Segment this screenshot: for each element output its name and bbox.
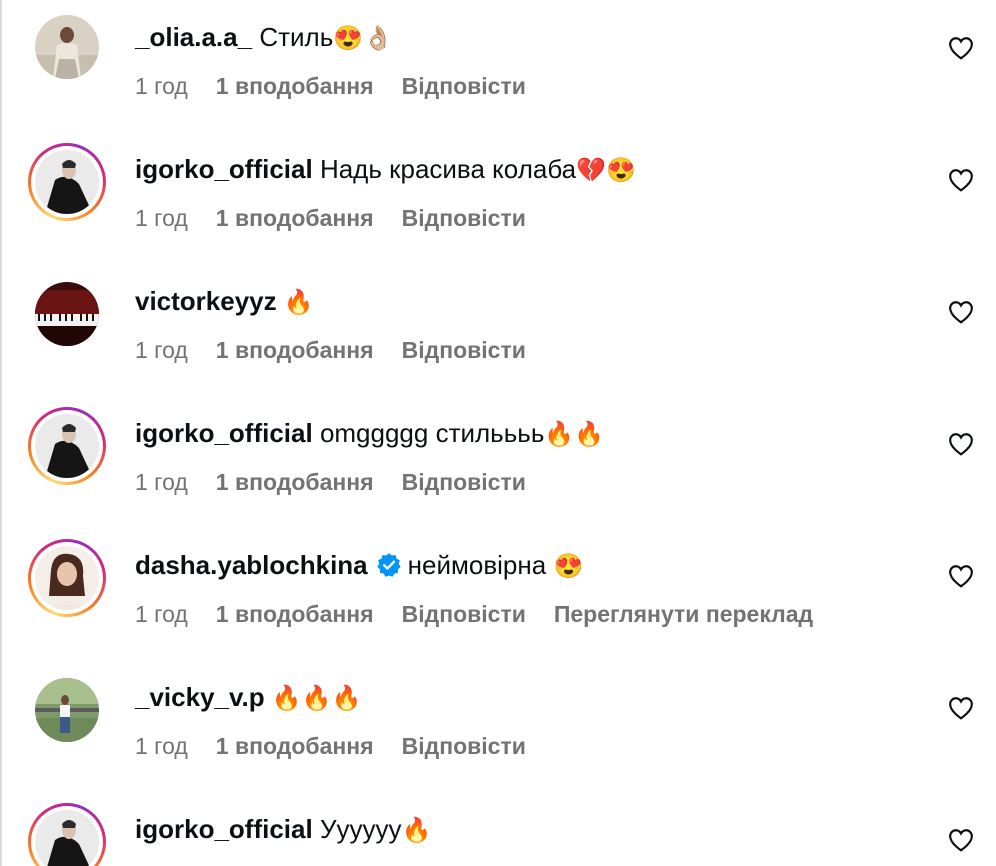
comment-meta: 1 год 1 вподобання Відповісти — [135, 71, 554, 101]
comment-emoji: 🔥 — [283, 289, 314, 316]
comment-time[interactable]: 1 год — [135, 733, 188, 759]
comment-time[interactable]: 1 год — [135, 205, 188, 231]
like-heart-icon[interactable] — [948, 168, 974, 192]
comment-meta: 1 год 1 вподобання Відповісти — [135, 203, 554, 233]
comment-meta: 1 год 1 вподобання Відповісти Переглянути п… — [135, 599, 841, 629]
avatar-image — [35, 678, 99, 742]
comment-item: victorkeyyz 🔥 1 год 1 вподобання Відповіст… — [0, 264, 996, 396]
avatar-image — [35, 282, 99, 346]
comment-text: _vicky_v.p 🔥🔥🔥 — [135, 680, 362, 716]
comment-username[interactable]: victorkeyyz — [135, 286, 277, 316]
like-heart-icon[interactable] — [948, 828, 974, 852]
comment-username[interactable]: igorko_official — [135, 814, 313, 844]
avatar[interactable] — [28, 671, 106, 749]
avatar-image — [35, 150, 99, 214]
avatar[interactable] — [28, 275, 106, 353]
avatar-story-ring[interactable] — [28, 407, 106, 485]
comment-emoji: 🔥 — [401, 817, 432, 844]
reply-button[interactable]: Відповісти — [402, 73, 526, 99]
comment-text: igorko_official omggggg стильььь🔥🔥 — [135, 416, 604, 452]
reply-button[interactable]: Відповісти — [402, 469, 526, 495]
avatar-story-ring[interactable] — [28, 539, 106, 617]
comment-text: igorko_official Уууууу🔥 — [135, 812, 431, 848]
comment-item: _olia.a.a_ Стиль😍👌🏼 1 год 1 вподобання Від… — [0, 0, 996, 132]
comment-item: igorko_official Надь красива колаба💔😍 1 … — [0, 132, 996, 264]
comment-username[interactable]: igorko_official — [135, 154, 313, 184]
avatar-image — [35, 546, 99, 610]
avatar-story-ring[interactable] — [28, 803, 106, 866]
comment-body: Стиль — [259, 22, 334, 52]
like-heart-icon[interactable] — [948, 696, 974, 720]
likes-count[interactable]: 1 вподобання — [216, 73, 374, 99]
see-translation-button[interactable]: Переглянути переклад — [554, 601, 813, 627]
comment-emoji: 🔥🔥🔥 — [271, 685, 362, 712]
reply-button[interactable]: Відповісти — [402, 337, 526, 363]
comment-username[interactable]: igorko_official — [135, 418, 313, 448]
comment-time[interactable]: 1 год — [135, 337, 188, 363]
comment-time[interactable]: 1 год — [135, 73, 188, 99]
comment-body: Уууууу — [319, 814, 402, 844]
comment-username[interactable]: dasha.yablochkina — [135, 550, 368, 580]
reply-button[interactable]: Відповісти — [402, 601, 526, 627]
like-heart-icon[interactable] — [948, 564, 974, 588]
comment-username[interactable]: _vicky_v.p — [135, 682, 265, 712]
comment-body: неймовірна — [407, 550, 547, 580]
comment-emoji: 💔😍 — [576, 157, 636, 184]
comment-item: igorko_official Уууууу🔥 — [0, 792, 996, 866]
reply-button[interactable]: Відповісти — [402, 733, 526, 759]
comment-text: dasha.yablochkina неймовірна 😍 — [135, 548, 583, 584]
like-heart-icon[interactable] — [948, 36, 974, 60]
likes-count[interactable]: 1 вподобання — [216, 205, 374, 231]
verified-badge-icon — [376, 553, 401, 577]
avatar-image — [35, 15, 99, 79]
comment-item: dasha.yablochkina неймовірна 😍 1 год 1 впо… — [0, 528, 996, 660]
likes-count[interactable]: 1 вподобання — [216, 337, 374, 363]
comment-time[interactable]: 1 год — [135, 469, 188, 495]
comment-item: _vicky_v.p 🔥🔥🔥 1 год 1 вподобання Відповіс… — [0, 660, 996, 792]
comment-meta: 1 год 1 вподобання Відповісти — [135, 467, 554, 497]
avatar-image — [35, 414, 99, 478]
comment-emoji: 😍 — [553, 553, 584, 580]
likes-count[interactable]: 1 вподобання — [216, 469, 374, 495]
comment-text: victorkeyyz 🔥 — [135, 284, 314, 320]
comment-emoji: 😍👌🏼 — [333, 25, 394, 52]
like-heart-icon[interactable] — [948, 432, 974, 456]
comment-item: igorko_official omggggg стильььь🔥🔥 1 год… — [0, 396, 996, 528]
comment-username[interactable]: _olia.a.a_ — [135, 22, 252, 52]
comment-body: omggggg стильььь — [319, 418, 545, 448]
avatar-image — [35, 810, 99, 866]
reply-button[interactable]: Відповісти — [402, 205, 526, 231]
comment-emoji: 🔥🔥 — [544, 421, 605, 448]
comment-time[interactable]: 1 год — [135, 601, 188, 627]
like-heart-icon[interactable] — [948, 300, 974, 324]
avatar[interactable] — [28, 8, 106, 86]
avatar-story-ring[interactable] — [28, 143, 106, 221]
comment-text: _olia.a.a_ Стиль😍👌🏼 — [135, 20, 393, 56]
comment-body: Надь красива колаба — [319, 154, 577, 184]
comment-meta: 1 год 1 вподобання Відповісти — [135, 731, 554, 761]
likes-count[interactable]: 1 вподобання — [216, 733, 374, 759]
likes-count[interactable]: 1 вподобання — [216, 601, 374, 627]
comment-text: igorko_official Надь красива колаба💔😍 — [135, 152, 636, 188]
comment-meta: 1 год 1 вподобання Відповісти — [135, 335, 554, 365]
